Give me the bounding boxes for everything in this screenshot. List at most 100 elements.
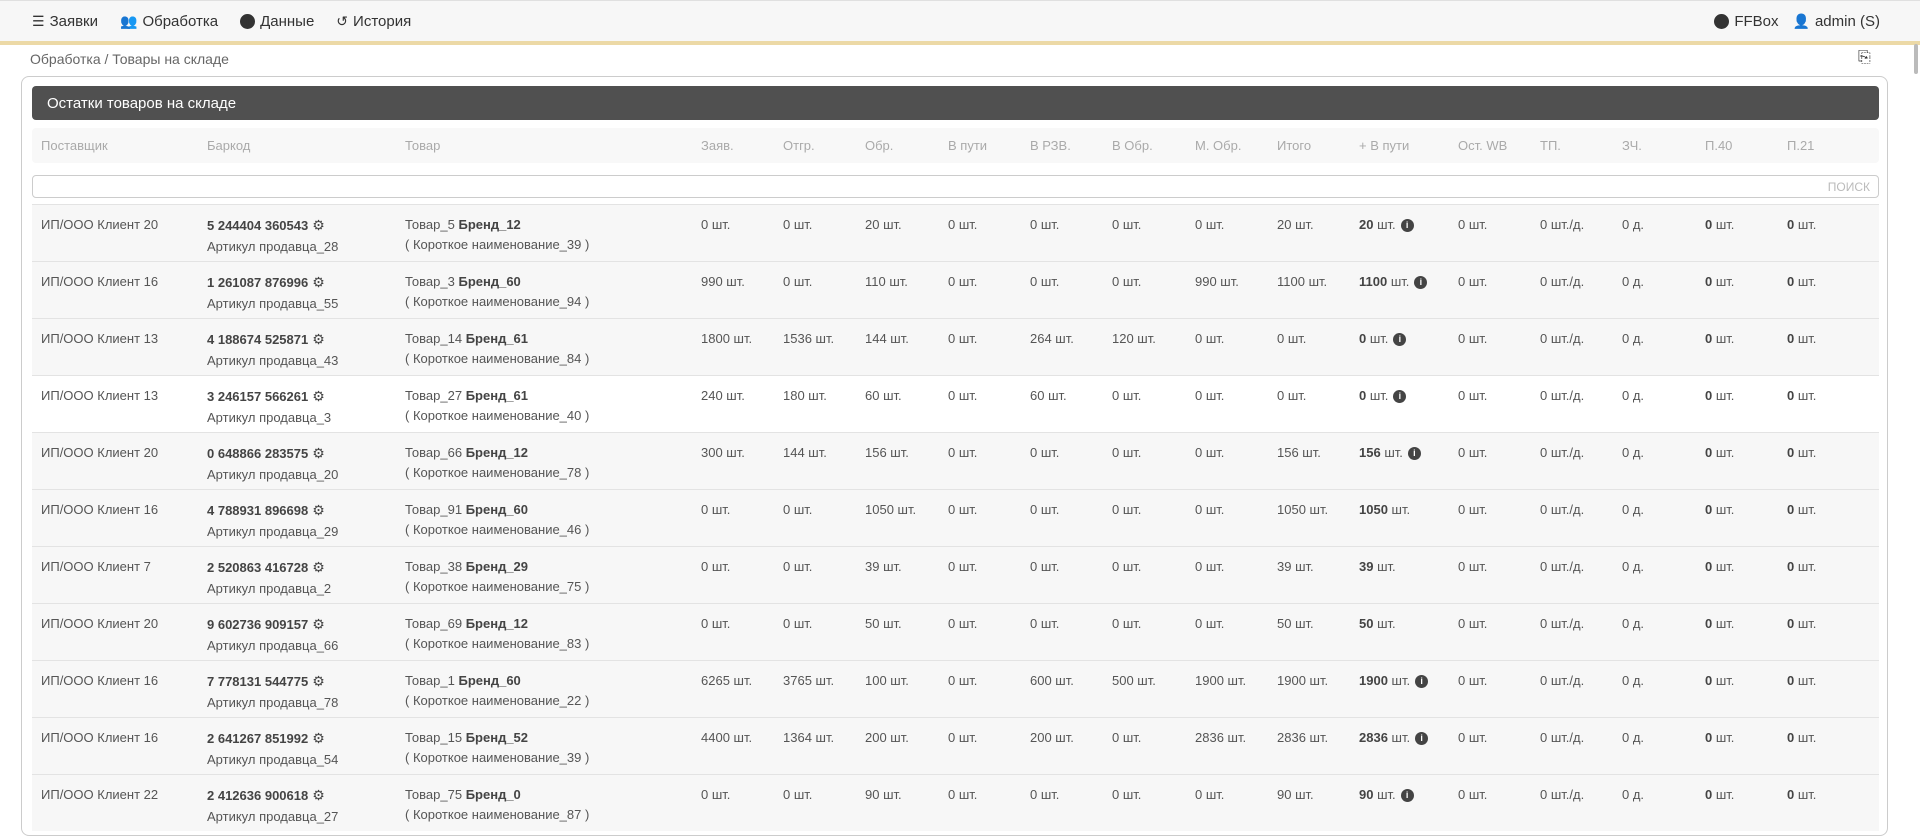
nav-processing[interactable]: 👥 Обработка: [120, 13, 218, 30]
column-header[interactable]: Баркод: [207, 138, 250, 153]
info-icon[interactable]: i: [1407, 446, 1421, 460]
gear-icon[interactable]: ⚙: [312, 217, 325, 233]
column-header[interactable]: Товар: [405, 138, 440, 153]
column-header[interactable]: Заяв.: [701, 138, 734, 153]
qty-cell: 990 шт.: [1195, 274, 1239, 289]
export-file-icon[interactable]: ⎘: [1858, 49, 1871, 67]
scrollbar[interactable]: [1914, 44, 1918, 74]
brand-link[interactable]: C FFBox: [1714, 13, 1779, 30]
unit: шт.: [1377, 616, 1396, 631]
column-header[interactable]: ТП.: [1540, 138, 1561, 153]
gear-icon[interactable]: ⚙: [312, 673, 325, 689]
table-row[interactable]: ИП/ООО Клиент 16 1 261087 876996 ⚙ Артикул …: [32, 261, 1879, 318]
qty-cell: 0 шт.: [783, 787, 813, 802]
supplier: ИП/ООО Клиент 13: [41, 331, 159, 346]
column-header[interactable]: Поставщик: [41, 138, 108, 153]
table-row[interactable]: ИП/ООО Клиент 20 0 648866 283575 ⚙ Артикул …: [32, 432, 1879, 489]
qty-cell: 0 шт.: [1112, 388, 1142, 403]
info-icon[interactable]: i: [1400, 788, 1414, 802]
nav-requests[interactable]: ☰ Заявки: [32, 13, 98, 30]
user-menu[interactable]: 👤 admin (S): [1793, 13, 1880, 30]
qty-cell: 39 шт.: [1277, 559, 1314, 574]
gear-icon[interactable]: ⚙: [312, 274, 325, 290]
qty-cell: 1536 шт.: [783, 331, 835, 346]
gear-icon[interactable]: ⚙: [312, 787, 325, 803]
gear-icon[interactable]: ⚙: [312, 559, 325, 575]
column-header[interactable]: П.21: [1787, 138, 1814, 153]
table-row[interactable]: ИП/ООО Клиент 20 5 244404 360543 ⚙ Артикул …: [32, 204, 1879, 261]
table-row[interactable]: ИП/ООО Клиент 22 2 412636 900618 ⚙ Артикул …: [32, 774, 1879, 831]
qty-cell: 144 шт.: [865, 331, 909, 346]
user-icon: 👤: [1792, 13, 1810, 29]
column-header[interactable]: В Обр.: [1112, 138, 1153, 153]
column-header[interactable]: Обр.: [865, 138, 893, 153]
unit: шт.: [1384, 445, 1403, 460]
gear-icon[interactable]: ⚙: [312, 331, 325, 347]
plus-in-transit: 1900: [1359, 673, 1388, 688]
product-name: Товар_3: [405, 274, 455, 289]
table-row[interactable]: ИП/ООО Клиент 16 7 778131 544775 ⚙ Артикул …: [32, 660, 1879, 717]
supplier: ИП/ООО Клиент 20: [41, 616, 159, 631]
p21: 0: [1787, 331, 1795, 346]
gear-icon[interactable]: ⚙: [312, 616, 325, 632]
supplier: ИП/ООО Клиент 16: [41, 730, 159, 745]
wb-stock: 0 шт.: [1458, 673, 1488, 688]
column-header[interactable]: П.40: [1705, 138, 1732, 153]
unit: шт.: [1369, 331, 1389, 346]
gear-icon[interactable]: ⚙: [312, 388, 325, 404]
column-header[interactable]: Итого: [1277, 138, 1311, 153]
info-icon[interactable]: i: [1415, 731, 1429, 745]
qty-cell: 0 шт.: [948, 730, 978, 745]
table-row[interactable]: ИП/ООО Клиент 13 3 246157 566261 ⚙ Артикул …: [32, 375, 1879, 432]
unit: шт.: [1391, 673, 1411, 688]
gear-icon[interactable]: ⚙: [312, 502, 325, 518]
brand: Бренд_60: [458, 274, 521, 289]
wb-stock: 0 шт.: [1458, 730, 1488, 745]
qty-cell: 0 шт.: [701, 616, 731, 631]
seller-article: Артикул продавца_78: [207, 695, 339, 710]
seller-article: Артикул продавца_20: [207, 467, 339, 482]
column-header[interactable]: Отгр.: [783, 138, 815, 153]
qty-cell: 300 шт.: [701, 445, 745, 460]
unit: шт.: [1715, 388, 1735, 403]
gear-icon[interactable]: ⚙: [312, 445, 325, 461]
info-icon[interactable]: i: [1400, 218, 1414, 232]
gear-icon[interactable]: ⚙: [312, 730, 325, 746]
column-header[interactable]: Ост. WB: [1458, 138, 1507, 153]
short-name: ( Короткое наименование_78 ): [405, 465, 590, 480]
table-row[interactable]: ИП/ООО Клиент 16 4 788931 896698 ⚙ Артикул …: [32, 489, 1879, 546]
qty-cell: 0 шт.: [1030, 559, 1060, 574]
p40: 0: [1705, 673, 1713, 688]
barcode: 4 788931 896698: [207, 503, 309, 518]
menu-icon: ☰: [32, 12, 45, 29]
barcode: 3 246157 566261: [207, 389, 309, 404]
qty-cell: 0 шт.: [783, 502, 813, 517]
info-icon[interactable]: i: [1393, 332, 1407, 346]
table-row[interactable]: ИП/ООО Клиент 16 2 641267 851992 ⚙ Артикул …: [32, 717, 1879, 774]
qty-cell: 1900 шт.: [1195, 673, 1247, 688]
barcode: 4 188674 525871: [207, 332, 309, 347]
search-input[interactable]: ПОИСК: [32, 175, 1879, 198]
plus-in-transit: 1050: [1359, 502, 1388, 517]
info-icon[interactable]: i: [1415, 674, 1429, 688]
nav-data[interactable]: i Данные: [240, 13, 314, 30]
qty-cell: 110 шт.: [865, 274, 908, 289]
column-header[interactable]: М. Обр.: [1195, 138, 1241, 153]
column-header[interactable]: + В пути: [1359, 138, 1409, 153]
qty-cell: 0 шт.: [1195, 445, 1225, 460]
qty-cell: 20 шт.: [1277, 217, 1314, 232]
users-icon: 👥: [120, 12, 138, 29]
wb-stock: 0 шт.: [1458, 559, 1488, 574]
qty-cell: 0 шт.: [1277, 331, 1307, 346]
table-row[interactable]: ИП/ООО Клиент 20 9 602736 909157 ⚙ Артикул …: [32, 603, 1879, 660]
info-icon[interactable]: i: [1393, 389, 1407, 403]
column-header[interactable]: В пути: [948, 138, 987, 153]
wb-stock: 0 шт.: [1458, 274, 1488, 289]
column-header[interactable]: В РЗВ.: [1030, 138, 1071, 153]
info-icon[interactable]: i: [1414, 275, 1428, 289]
column-header[interactable]: ЗЧ.: [1622, 138, 1642, 153]
table-row[interactable]: ИП/ООО Клиент 13 4 188674 525871 ⚙ Артикул …: [32, 318, 1879, 375]
nav-history[interactable]: ↺ История: [336, 13, 411, 30]
qty-cell: 0 шт.: [948, 616, 978, 631]
table-row[interactable]: ИП/ООО Клиент 7 2 520863 416728 ⚙ Артикул п…: [32, 546, 1879, 603]
